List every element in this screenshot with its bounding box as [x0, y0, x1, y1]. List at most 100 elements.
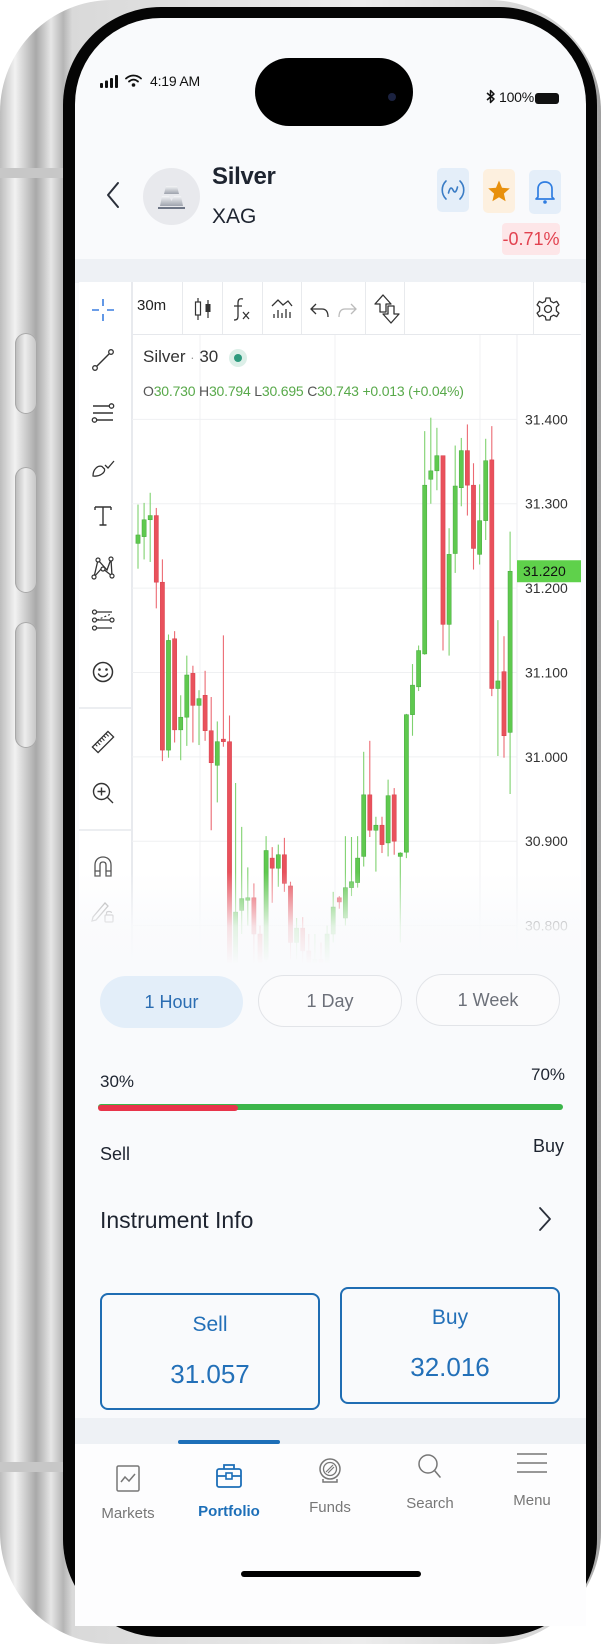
emoji-icon[interactable] — [90, 659, 116, 685]
toolbar-separator — [365, 282, 366, 334]
favorite-star-icon — [488, 180, 510, 202]
tab-markets-label: Markets — [101, 1505, 155, 1522]
brush-icon[interactable] — [90, 453, 116, 479]
signal-icon — [100, 75, 118, 88]
toolbar-separator — [301, 282, 302, 334]
candle-body — [507, 570, 513, 733]
chart-fade-overlay — [76, 872, 586, 972]
toolbar-separator — [404, 282, 405, 334]
instrument-symbol: XAG — [212, 205, 257, 228]
candle-body — [196, 698, 202, 706]
zoom-in-icon[interactable] — [90, 780, 116, 806]
trend-line-icon[interactable] — [90, 347, 116, 373]
market-status-indicator — [229, 349, 247, 367]
candle-body — [135, 534, 141, 544]
buy-sentiment-label: Buy — [533, 1136, 565, 1156]
timeframe-1-day[interactable]: 1 Day — [258, 975, 402, 1027]
candle-body — [190, 673, 196, 706]
candle — [416, 645, 421, 692]
candle — [361, 751, 367, 867]
text-icon[interactable] — [90, 503, 116, 529]
redo-icon[interactable] — [334, 296, 360, 322]
candle-body — [221, 738, 226, 742]
chart-templates-icon[interactable] — [269, 296, 295, 322]
candle-body — [373, 824, 379, 831]
candle — [385, 779, 391, 857]
y-tick-label: 31.400 — [525, 411, 568, 427]
candle — [501, 636, 507, 758]
favorite-button[interactable] — [483, 169, 515, 213]
antenna-band — [0, 1462, 66, 1472]
candle-body — [367, 794, 373, 831]
candle — [434, 427, 440, 491]
section-divider — [75, 259, 586, 283]
candle — [404, 713, 409, 859]
candle-body — [452, 485, 458, 554]
candle-body — [275, 854, 281, 869]
battery-icon — [535, 93, 559, 104]
compare-arrows-icon[interactable] — [372, 293, 402, 325]
candle-body — [184, 674, 190, 718]
legend-separator: · — [190, 350, 195, 365]
back-chevron-icon[interactable] — [105, 181, 121, 209]
high-label: H — [199, 383, 209, 399]
market-status-dot — [234, 354, 242, 362]
status-time: 4:19 AM — [150, 73, 200, 89]
indicator-button[interactable] — [437, 168, 469, 212]
sell-button[interactable] — [100, 1293, 320, 1410]
sell-percent: 30% — [100, 1072, 135, 1091]
candle-body — [166, 640, 171, 751]
candle-body — [269, 857, 275, 869]
candle — [422, 431, 428, 655]
instrument-info-link[interactable]: Instrument Info — [100, 1207, 253, 1234]
toolbar-separator — [182, 282, 183, 334]
home-indicator[interactable] — [241, 1571, 421, 1577]
ruler-icon[interactable] — [90, 729, 116, 755]
candle — [410, 664, 415, 736]
toolbar-divider — [79, 829, 131, 831]
toolbar-divider — [79, 707, 131, 709]
candle — [483, 438, 489, 541]
undo-icon[interactable] — [307, 296, 333, 322]
candle — [214, 721, 220, 803]
bluetooth-icon — [486, 89, 495, 104]
buy-percent: 70% — [531, 1065, 566, 1084]
fib-retracement-icon[interactable] — [90, 400, 116, 426]
candle-body — [404, 714, 409, 853]
price-alert-button[interactable] — [529, 170, 561, 214]
volume-down-button — [15, 622, 37, 748]
candle-body — [160, 581, 165, 751]
chevron-right-icon[interactable] — [538, 1206, 552, 1232]
interval-selector[interactable]: 30m — [137, 297, 166, 314]
open-label: O — [143, 383, 154, 399]
candle — [153, 507, 159, 609]
candle — [452, 445, 458, 573]
candle-body — [178, 716, 184, 731]
buy-button[interactable] — [340, 1287, 560, 1404]
silver-bars-icon — [158, 186, 185, 209]
candle — [147, 492, 153, 562]
timeframe-1-hour[interactable]: 1 Hour — [100, 976, 243, 1028]
candle-body — [397, 852, 403, 857]
candle-body — [440, 455, 446, 625]
candle-body — [172, 638, 177, 731]
y-tick-label: 30.900 — [525, 833, 568, 849]
price-axis: 31.40031.30031.20031.10031.00030.90030.8… — [517, 411, 581, 934]
candle — [367, 740, 373, 838]
candle — [190, 665, 196, 743]
high-value: 30.794 — [208, 383, 251, 399]
crosshair-icon[interactable] — [90, 297, 116, 323]
prediction-icon[interactable] — [90, 607, 116, 633]
change-value: +0.013 (+0.04%) — [362, 383, 464, 399]
candle-type-icon[interactable] — [190, 296, 216, 322]
candle — [202, 670, 208, 741]
candle — [458, 437, 464, 507]
indicators-fx-icon[interactable] — [229, 296, 255, 322]
candle — [208, 696, 214, 831]
tab-menu-label: Menu — [513, 1492, 551, 1509]
front-camera — [388, 93, 396, 101]
candle — [471, 463, 476, 570]
pattern-icon[interactable] — [90, 555, 116, 581]
timeframe-1-week[interactable]: 1 Week — [416, 974, 560, 1026]
settings-gear-icon[interactable] — [535, 296, 561, 322]
